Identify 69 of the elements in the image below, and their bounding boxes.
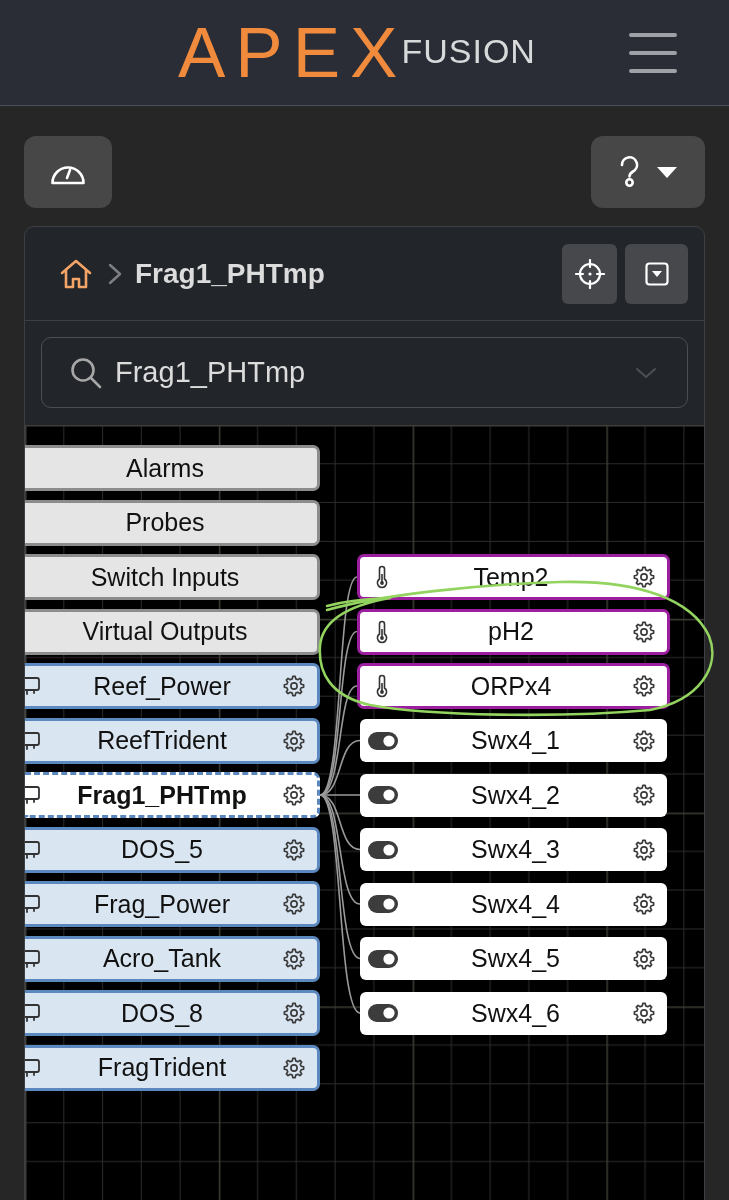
device-node[interactable]: FragTrident <box>25 1044 320 1091</box>
gear-icon[interactable] <box>633 675 655 697</box>
monitor-icon <box>25 947 41 970</box>
toggle-icon <box>368 895 398 913</box>
dashboard-button[interactable] <box>24 136 112 208</box>
gear-icon[interactable] <box>633 729 655 752</box>
device-node[interactable]: Reef_Power <box>25 663 320 709</box>
monitor-icon <box>25 784 41 806</box>
switch-node[interactable]: Swx4_2 <box>360 773 667 817</box>
question-icon <box>619 156 640 188</box>
chevron-down-icon <box>635 366 657 379</box>
gear-icon[interactable] <box>633 838 655 861</box>
gear-icon[interactable] <box>633 784 655 806</box>
monitor-icon <box>25 838 41 861</box>
gear-icon[interactable] <box>283 1056 305 1079</box>
switch-node[interactable]: Swx4_4 <box>360 882 667 926</box>
category-node[interactable]: Probes <box>25 499 320 546</box>
monitor-icon <box>25 675 41 697</box>
gear-icon[interactable] <box>283 1002 305 1024</box>
gear-icon[interactable] <box>283 838 305 861</box>
caret-square-icon <box>644 261 669 286</box>
category-node[interactable]: Switch Inputs <box>25 554 320 600</box>
device-node[interactable]: Frag_Power <box>25 881 320 927</box>
gear-icon[interactable] <box>283 784 305 806</box>
device-node[interactable]: DOS_8 <box>25 990 320 1036</box>
monitor-icon <box>25 1056 41 1079</box>
gear-icon[interactable] <box>633 1002 655 1024</box>
probe-node[interactable]: ORPx4 <box>357 663 670 709</box>
chevron-right-icon <box>108 262 122 285</box>
thermometer-icon <box>375 619 389 644</box>
toggle-icon <box>368 731 398 750</box>
switch-node[interactable]: Swx4_6 <box>360 991 667 1035</box>
probe-node[interactable]: pH2 <box>357 608 670 655</box>
category-node[interactable]: Alarms <box>25 445 320 491</box>
device-node[interactable]: Frag1_PHTmp <box>25 772 320 818</box>
gear-icon[interactable] <box>633 620 655 643</box>
gear-icon[interactable] <box>633 566 655 588</box>
device-node[interactable]: Acro_Tank <box>25 935 320 982</box>
gear-icon[interactable] <box>633 947 655 970</box>
home-icon[interactable] <box>60 258 92 289</box>
switch-node[interactable]: Swx4_3 <box>360 828 667 871</box>
gear-icon[interactable] <box>633 893 655 915</box>
device-node[interactable]: ReefTrident <box>25 717 320 764</box>
toggle-icon <box>368 840 398 859</box>
monitor-icon <box>25 729 41 752</box>
thermometer-icon <box>375 674 389 698</box>
gear-icon[interactable] <box>283 947 305 970</box>
monitor-icon <box>25 893 41 915</box>
device-node[interactable]: DOS_5 <box>25 826 320 873</box>
gear-icon[interactable] <box>283 893 305 915</box>
switch-node[interactable]: Swx4_1 <box>360 719 667 762</box>
toggle-icon <box>368 786 398 804</box>
category-node[interactable]: Virtual Outputs <box>25 608 320 655</box>
search-field[interactable]: Frag1_PHTmp <box>41 337 688 408</box>
caret-icon <box>657 166 677 178</box>
toggle-icon <box>368 1004 398 1022</box>
search-icon <box>70 356 102 389</box>
breadcrumb-current: Frag1_PHTmp <box>135 256 325 291</box>
monitor-icon <box>25 1002 41 1024</box>
menu-icon[interactable] <box>629 31 677 74</box>
help-button[interactable] <box>591 136 705 208</box>
toggle-icon <box>368 949 398 968</box>
crosshair-icon <box>574 258 605 289</box>
switch-node[interactable]: Swx4_5 <box>360 937 667 980</box>
locate-button[interactable] <box>562 243 617 304</box>
gear-icon[interactable] <box>283 675 305 697</box>
gear-icon[interactable] <box>283 729 305 752</box>
collapse-button[interactable] <box>625 243 688 304</box>
thermometer-icon <box>375 565 389 589</box>
